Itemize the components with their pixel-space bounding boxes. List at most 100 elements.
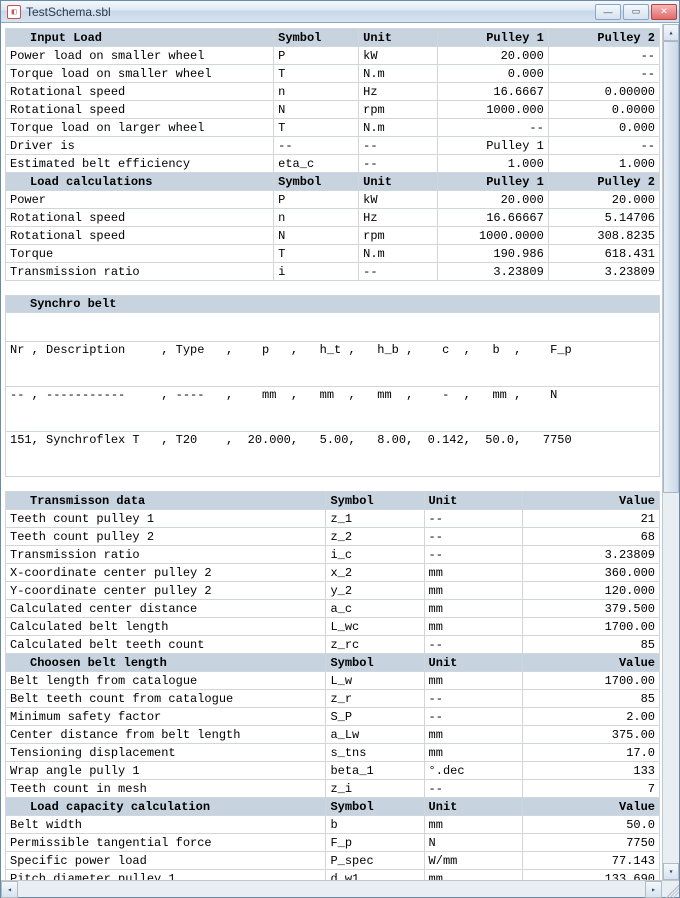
resize-grip[interactable] [662,881,679,898]
cell-value: 1700.00 [522,672,659,690]
cell-desc: Rotational speed [6,101,274,119]
cell-symbol: s_tns [326,744,424,762]
cell-value: 50.0 [522,816,659,834]
cell-unit: -- [359,263,437,281]
cell-v1: 1000.0000 [437,227,548,245]
cell-value: 85 [522,690,659,708]
cell-desc: Specific power load [6,852,326,870]
cell-value: 68 [522,528,659,546]
cell-v2: -- [548,137,659,155]
col-unit: Unit [424,654,522,672]
cell-v2: 618.431 [548,245,659,263]
section-header-row: Input Load Symbol Unit Pulley 1 Pulley 2 [6,29,660,47]
table-row: Tensioning displacements_tnsmm17.0 [6,744,660,762]
cell-unit: -- [424,708,522,726]
table-row: Teeth count in meshz_i--7 [6,780,660,798]
cell-desc: Pitch diameter pulley 1 [6,870,326,881]
cell-symbol: -- [274,137,359,155]
cell-desc: Teeth count in mesh [6,780,326,798]
window-title: TestSchema.sbl [26,5,595,19]
table-row: Rotational speednHz16.666675.14706 [6,209,660,227]
scroll-up-button[interactable]: ▴ [663,24,679,41]
scroll-down-button[interactable]: ▾ [663,863,679,880]
cell-symbol: y_2 [326,582,424,600]
scroll-track[interactable] [663,41,679,863]
cell-value: 2.00 [522,708,659,726]
cell-desc: Permissible tangential force [6,834,326,852]
cell-symbol: P_spec [326,852,424,870]
table-row: Torque load on smaller wheelTN.m0.000-- [6,65,660,83]
col-symbol: Symbol [274,173,359,191]
vertical-scrollbar[interactable]: ▴ ▾ [662,24,679,880]
cell-symbol: L_w [326,672,424,690]
cell-v1: Pulley 1 [437,137,548,155]
cell-desc: Belt length from catalogue [6,672,326,690]
content-pane: Input Load Symbol Unit Pulley 1 Pulley 2… [1,24,662,880]
cell-desc: X-coordinate center pulley 2 [6,564,326,582]
cell-v1: 1.000 [437,155,548,173]
minimize-button[interactable]: — [595,4,621,20]
maximize-button[interactable]: ▭ [623,4,649,20]
titlebar[interactable]: ◧ TestSchema.sbl — ▭ ✕ [1,1,679,23]
cell-symbol: i [274,263,359,281]
section-header-row: Choosen belt length Symbol Unit Value [6,654,660,672]
cell-desc: Belt width [6,816,326,834]
cell-symbol: x_2 [326,564,424,582]
cell-symbol: z_2 [326,528,424,546]
cell-unit: -- [424,510,522,528]
table-input-load: Input Load Symbol Unit Pulley 1 Pulley 2… [5,28,660,281]
cell-unit: -- [424,528,522,546]
cell-unit: N.m [359,65,437,83]
table-row: Rotational speedNrpm1000.0000.0000 [6,101,660,119]
table-row: Permissible tangential forceF_pN7750 [6,834,660,852]
cell-unit: kW [359,47,437,65]
table-row: PowerPkW20.00020.000 [6,191,660,209]
belt-header: Nr , Description , Type , p , h_t , h_b … [6,341,659,358]
section-title: Load capacity calculation [6,798,326,816]
cell-desc: Rotational speed [6,227,274,245]
cell-desc: Teeth count pulley 2 [6,528,326,546]
cell-symbol: N [274,101,359,119]
cell-desc: Driver is [6,137,274,155]
cell-value: 375.00 [522,726,659,744]
cell-symbol: i_c [326,546,424,564]
belt-units: -- , ----------- , ---- , mm , mm , mm ,… [6,386,659,403]
cell-value: 3.23809 [522,546,659,564]
close-button[interactable]: ✕ [651,4,677,20]
table-row: Teeth count pulley 2z_2--68 [6,528,660,546]
table-row: Transmission ratioi--3.238093.23809 [6,263,660,281]
scroll-right-button[interactable]: ▸ [645,881,662,898]
cell-unit: -- [424,780,522,798]
table-row: Belt teeth count from cataloguez_r--85 [6,690,660,708]
table-row: Teeth count pulley 1z_1--21 [6,510,660,528]
cell-unit: -- [359,137,437,155]
scroll-left-button[interactable]: ◂ [1,881,18,898]
cell-symbol: d_w1 [326,870,424,881]
cell-symbol: F_p [326,834,424,852]
table-row: Rotational speedNrpm1000.0000308.8235 [6,227,660,245]
scroll-thumb[interactable] [663,41,679,493]
cell-unit: -- [424,690,522,708]
cell-symbol: n [274,83,359,101]
col-unit: Unit [424,492,522,510]
cell-desc: Torque load on larger wheel [6,119,274,137]
synchro-belt-block: Nr , Description , Type , p , h_t , h_b … [5,313,660,477]
col-p1: Pulley 1 [437,173,548,191]
cell-desc: Power load on smaller wheel [6,47,274,65]
cell-v1: 0.000 [437,65,548,83]
cell-desc: Tensioning displacement [6,744,326,762]
cell-symbol: T [274,245,359,263]
cell-unit: Hz [359,209,437,227]
cell-value: 7750 [522,834,659,852]
table-row: Center distance from belt lengtha_Lwmm37… [6,726,660,744]
cell-value: 7 [522,780,659,798]
cell-v2: -- [548,65,659,83]
col-value: Value [522,492,659,510]
cell-v2: 0.000 [548,119,659,137]
cell-desc: Rotational speed [6,83,274,101]
cell-symbol: z_1 [326,510,424,528]
client-area: Input Load Symbol Unit Pulley 1 Pulley 2… [1,23,679,880]
cell-v2: 0.0000 [548,101,659,119]
cell-unit: N [424,834,522,852]
cell-v1: 190.986 [437,245,548,263]
